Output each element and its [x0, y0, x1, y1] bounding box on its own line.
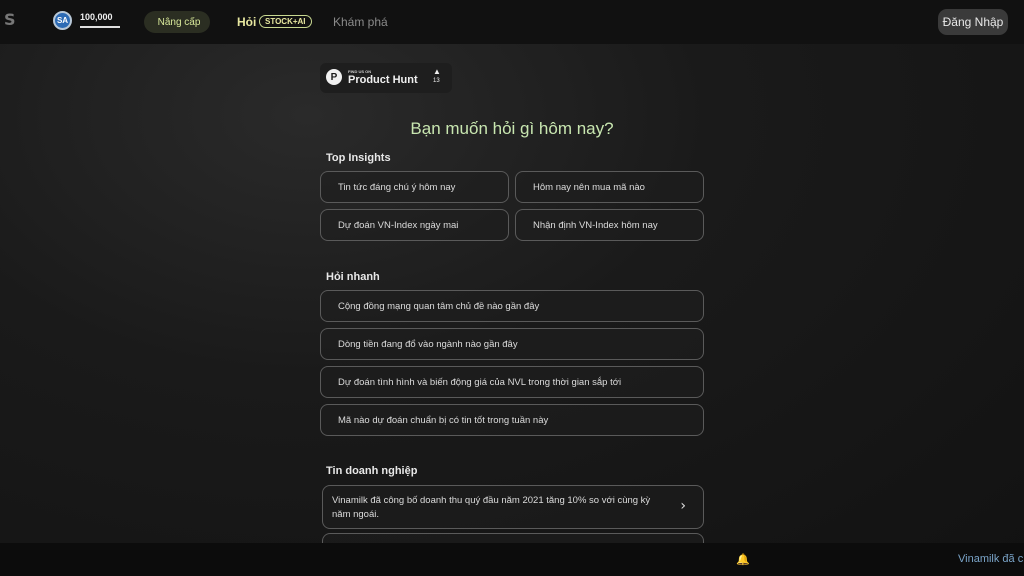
product-hunt-icon: P: [326, 69, 342, 85]
quick-ask-label: Hỏi nhanh: [326, 271, 380, 283]
bell-icon[interactable]: 🔔: [736, 553, 750, 566]
footer-bar: 🔔 Vinamilk đã c: [0, 543, 1024, 576]
chip-label: Dự đoán VN-Index ngày mai: [338, 219, 459, 231]
section-title-company-news: Tin doanh nghiệp: [320, 465, 417, 477]
quick-ask-chip[interactable]: Mã nào dự đoán chuẩn bị có tin tốt trong…: [320, 404, 704, 436]
news-ticker[interactable]: Vinamilk đã c: [958, 553, 1023, 565]
insight-chip[interactable]: Tin tức đáng chú ý hôm nay: [320, 171, 509, 203]
chip-label: Hôm nay nên mua mã nào: [533, 181, 645, 193]
chip-label: Dòng tiền đang đổ vào ngành nào gần đây: [338, 338, 518, 350]
chip-label: Nhận định VN-Index hôm nay: [533, 219, 658, 231]
top-insights-label: Top Insights: [326, 152, 391, 164]
news-text: Vinamilk đã công bố doanh thu quý đầu nă…: [332, 495, 651, 520]
quick-ask-chip[interactable]: Dự đoán tình hình và biến động giá của N…: [320, 366, 704, 398]
upvote-arrow-icon: ▲: [433, 67, 441, 76]
logo[interactable]: S: [4, 10, 26, 32]
login-button[interactable]: Đăng Nhập: [938, 9, 1008, 35]
section-title-top-insights: Top Insights: [320, 152, 391, 164]
chip-label: Mã nào dự đoán chuẩn bị có tin tốt trong…: [338, 414, 549, 426]
insight-chip[interactable]: Hôm nay nên mua mã nào: [515, 171, 704, 203]
avatar[interactable]: SA: [53, 11, 72, 30]
upgrade-label: Nâng cấp: [157, 16, 201, 28]
product-hunt-name: Product Hunt: [348, 74, 418, 86]
hero-title: Bạn muốn hỏi gì hôm nay?: [410, 119, 614, 138]
points-balance: 100,000: [80, 12, 113, 22]
company-news-label: Tin doanh nghiệp: [326, 465, 418, 477]
quick-ask-chip[interactable]: Dòng tiền đang đổ vào ngành nào gần đây: [320, 328, 704, 360]
chevron-right-icon[interactable]: ›: [680, 499, 686, 513]
chip-label: Cộng đồng mạng quan tâm chủ đề nào gần đ…: [338, 300, 540, 312]
chip-label: Dự đoán tình hình và biến động giá của N…: [338, 376, 622, 388]
stock-ai-badge: STOCK+AI: [259, 15, 312, 28]
upvote-count: 13: [433, 78, 440, 84]
section-title-quick-ask: Hỏi nhanh: [320, 271, 380, 283]
quick-ask-chip[interactable]: Cộng đồng mạng quan tâm chủ đề nào gần đ…: [320, 290, 704, 322]
chip-label: Tin tức đáng chú ý hôm nay: [338, 181, 456, 193]
nav-explore[interactable]: Khám phá: [333, 15, 388, 29]
top-header: S SA 100,000 Nâng cấp Hỏi STOCK+AI Khám …: [0, 0, 1024, 44]
upgrade-button[interactable]: Nâng cấp: [144, 11, 210, 33]
points-progress-bar: [80, 26, 120, 28]
insight-chip[interactable]: Nhận định VN-Index hôm nay: [515, 209, 704, 241]
nav-ask[interactable]: Hỏi: [237, 15, 256, 29]
product-hunt-badge[interactable]: P FIND US ON Product Hunt ▲ 13: [320, 63, 452, 93]
insight-chip[interactable]: Dự đoán VN-Index ngày mai: [320, 209, 509, 241]
news-card[interactable]: Vinamilk đã công bố doanh thu quý đầu nă…: [322, 485, 704, 529]
